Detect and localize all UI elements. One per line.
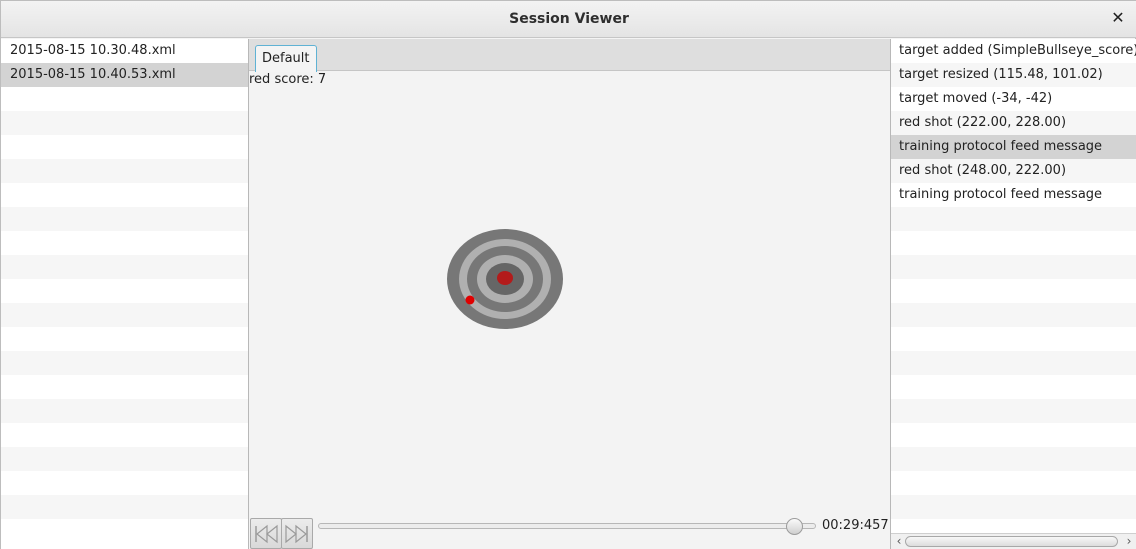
- playback-controls: 00:29:457: [249, 518, 890, 549]
- empty-event-row: [891, 327, 1136, 351]
- empty-list-row: [1, 495, 248, 519]
- empty-list-row: [1, 183, 248, 207]
- empty-event-row: [891, 351, 1136, 375]
- event-list[interactable]: target added (SimpleBullseye_score) targe…: [891, 39, 1136, 533]
- empty-event-row: [891, 255, 1136, 279]
- empty-list-row: [1, 135, 248, 159]
- empty-list-row: [1, 255, 248, 279]
- event-item[interactable]: target resized (115.48, 101.02): [891, 63, 1136, 87]
- event-item[interactable]: red shot (248.00, 222.00): [891, 159, 1136, 183]
- empty-event-row: [891, 231, 1136, 255]
- event-list-pane: target added (SimpleBullseye_score) targe…: [890, 39, 1136, 549]
- empty-event-row: [891, 399, 1136, 423]
- empty-list-row: [1, 279, 248, 303]
- session-file-item[interactable]: 2015-08-15 10.40.53.xml: [1, 63, 248, 87]
- empty-event-row: [891, 519, 1136, 533]
- skip-to-end-icon: [285, 524, 308, 543]
- empty-event-row: [891, 423, 1136, 447]
- session-viewer-window: Session Viewer ✕ 2015-08-15 10.30.48.xml…: [0, 0, 1136, 549]
- canvas-tab-bar: Default: [249, 39, 890, 72]
- session-file-item[interactable]: 2015-08-15 10.30.48.xml: [1, 39, 248, 63]
- empty-event-row: [891, 471, 1136, 495]
- empty-event-row: [891, 447, 1136, 471]
- skip-to-end-button[interactable]: [281, 518, 313, 549]
- skip-to-start-button[interactable]: [250, 518, 282, 549]
- event-item[interactable]: target moved (-34, -42): [891, 87, 1136, 111]
- empty-list-row: [1, 303, 248, 327]
- event-item[interactable]: target added (SimpleBullseye_score): [891, 39, 1136, 63]
- event-item[interactable]: training protocol feed message: [891, 183, 1136, 207]
- skip-to-start-icon: [255, 524, 278, 543]
- tab-default[interactable]: Default: [255, 45, 317, 72]
- playback-time: 00:29:457: [822, 518, 889, 533]
- event-item[interactable]: training protocol feed message: [891, 135, 1136, 159]
- empty-list-row: [1, 423, 248, 447]
- empty-event-row: [891, 303, 1136, 327]
- empty-event-row: [891, 495, 1136, 519]
- empty-list-row: [1, 447, 248, 471]
- empty-list-row: [1, 399, 248, 423]
- empty-list-row: [1, 471, 248, 495]
- empty-list-row: [1, 87, 248, 111]
- red-shot-marker: [465, 295, 475, 305]
- bullseye-target: [447, 229, 563, 329]
- title-bar: Session Viewer ✕: [1, 1, 1136, 38]
- close-icon[interactable]: ✕: [1111, 9, 1125, 27]
- scroll-left-icon[interactable]: ‹: [892, 535, 906, 548]
- empty-list-row: [1, 351, 248, 375]
- empty-event-row: [891, 375, 1136, 399]
- session-canvas-pane: Default red score: 7 00:29:457: [249, 39, 890, 549]
- scrollbar-thumb[interactable]: [905, 536, 1118, 547]
- horizontal-scrollbar[interactable]: ‹ ›: [891, 533, 1136, 549]
- empty-list-row: [1, 231, 248, 255]
- empty-list-row: [1, 327, 248, 351]
- window-title: Session Viewer: [509, 11, 629, 27]
- empty-list-row: [1, 375, 248, 399]
- empty-list-row: [1, 111, 248, 135]
- playback-slider[interactable]: [318, 518, 816, 535]
- playback-slider-thumb[interactable]: [785, 518, 803, 535]
- score-label: red score: 7: [249, 72, 327, 87]
- empty-list-row: [1, 159, 248, 183]
- event-item[interactable]: red shot (222.00, 228.00): [891, 111, 1136, 135]
- target-center: [497, 271, 513, 285]
- session-file-list[interactable]: 2015-08-15 10.30.48.xml 2015-08-15 10.40.…: [1, 39, 249, 549]
- scroll-right-icon[interactable]: ›: [1122, 535, 1136, 548]
- empty-list-row: [1, 519, 248, 543]
- empty-event-row: [891, 279, 1136, 303]
- empty-list-row: [1, 207, 248, 231]
- empty-event-row: [891, 207, 1136, 231]
